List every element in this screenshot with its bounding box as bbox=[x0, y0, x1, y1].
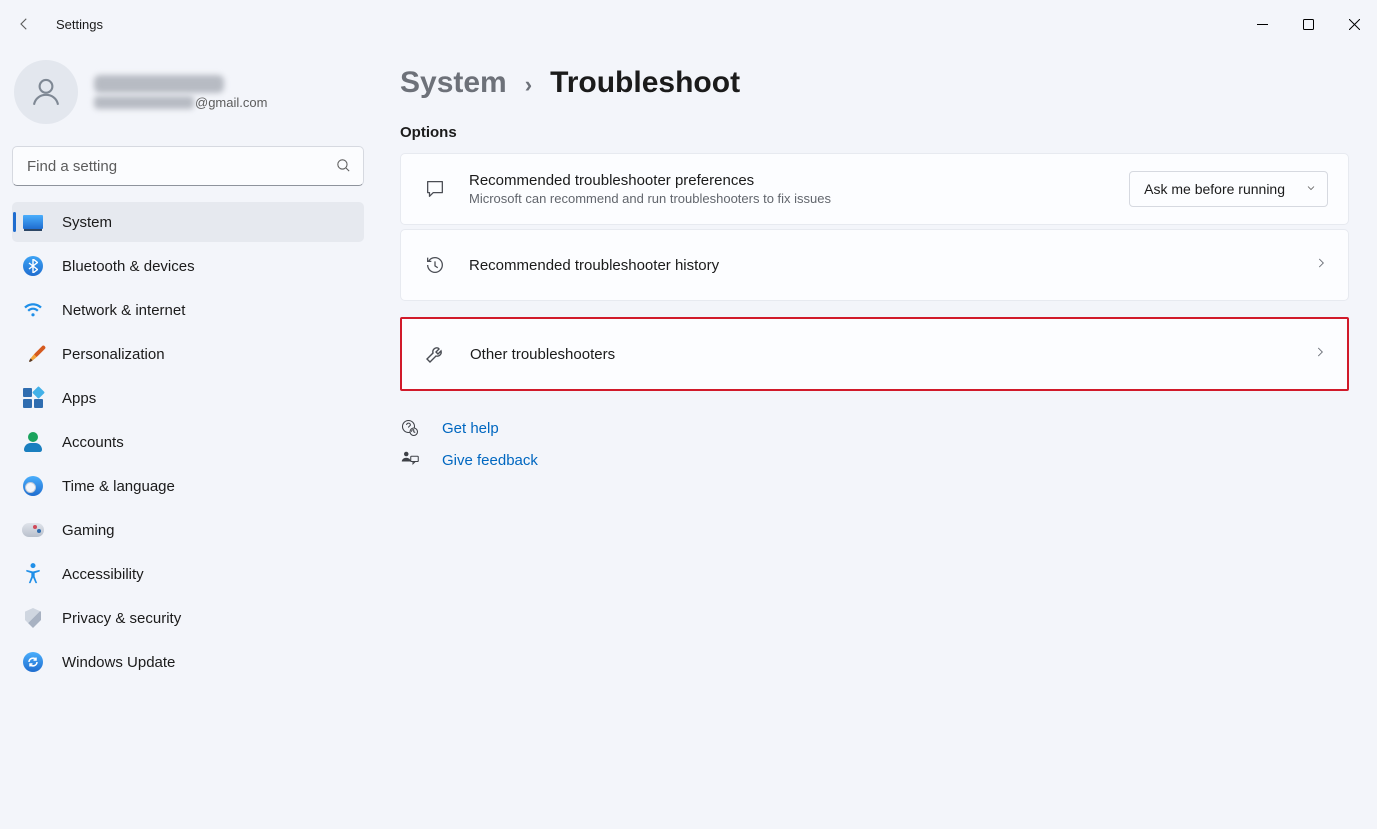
card-title: Other troubleshooters bbox=[470, 346, 1293, 363]
accessibility-icon bbox=[22, 563, 44, 585]
sidebar-item-label: Bluetooth & devices bbox=[62, 258, 195, 275]
sidebar-item-label: Gaming bbox=[62, 522, 115, 539]
app-title: Settings bbox=[56, 17, 103, 32]
search-input[interactable] bbox=[12, 146, 364, 186]
content: System › Troubleshoot Options Recommende… bbox=[376, 48, 1377, 682]
sidebar-item-label: Apps bbox=[62, 390, 96, 407]
close-button[interactable] bbox=[1331, 8, 1377, 40]
sidebar-item-accessibility[interactable]: Accessibility bbox=[12, 554, 364, 594]
card-title: Recommended troubleshooter preferences bbox=[469, 172, 1109, 189]
give-feedback-row: Give feedback bbox=[400, 451, 1349, 469]
search-box bbox=[12, 146, 364, 186]
chevron-right-icon bbox=[1313, 345, 1327, 364]
sidebar-item-gaming[interactable]: Gaming bbox=[12, 510, 364, 550]
sidebar-item-label: Privacy & security bbox=[62, 610, 181, 627]
sidebar-item-label: System bbox=[62, 214, 112, 231]
sidebar-item-apps[interactable]: Apps bbox=[12, 378, 364, 418]
sidebar-item-privacy[interactable]: Privacy & security bbox=[12, 598, 364, 638]
sidebar-item-update[interactable]: Windows Update bbox=[12, 642, 364, 682]
troubleshooter-pref-dropdown[interactable]: Ask me before running bbox=[1129, 171, 1328, 207]
section-heading: Options bbox=[400, 124, 1349, 141]
sidebar-item-time[interactable]: Time & language bbox=[12, 466, 364, 506]
window-controls bbox=[1239, 8, 1377, 40]
sidebar-item-system[interactable]: System bbox=[12, 202, 364, 242]
wifi-icon bbox=[22, 299, 44, 321]
user-name bbox=[94, 75, 224, 93]
card-other-troubleshooters: Other troubleshooters bbox=[400, 317, 1349, 391]
search-icon bbox=[335, 157, 352, 179]
avatar bbox=[14, 60, 78, 124]
titlebar: Settings bbox=[0, 0, 1377, 48]
clock-icon bbox=[22, 475, 44, 497]
maximize-button[interactable] bbox=[1285, 8, 1331, 40]
minimize-button[interactable] bbox=[1239, 8, 1285, 40]
sidebar-item-personalization[interactable]: Personalization bbox=[12, 334, 364, 374]
breadcrumb-parent[interactable]: System bbox=[400, 66, 507, 100]
get-help-row: Get help bbox=[400, 419, 1349, 437]
nav-list: System Bluetooth & devices Network & int… bbox=[12, 202, 364, 682]
sidebar-item-label: Windows Update bbox=[62, 654, 175, 671]
sidebar-item-label: Accounts bbox=[62, 434, 124, 451]
sidebar-item-label: Time & language bbox=[62, 478, 175, 495]
bluetooth-icon bbox=[22, 255, 44, 277]
history-row[interactable]: Recommended troubleshooter history bbox=[401, 230, 1348, 300]
card-recommended-prefs: Recommended troubleshooter preferences M… bbox=[400, 153, 1349, 225]
card-history: Recommended troubleshooter history bbox=[400, 229, 1349, 301]
sidebar-item-bluetooth[interactable]: Bluetooth & devices bbox=[12, 246, 364, 286]
paintbrush-icon bbox=[22, 343, 44, 365]
page-title: Troubleshoot bbox=[550, 66, 740, 100]
chevron-right-icon: › bbox=[525, 72, 532, 98]
system-icon bbox=[22, 211, 44, 233]
gamepad-icon bbox=[22, 519, 44, 541]
user-block[interactable]: @gmail.com bbox=[12, 60, 364, 140]
sidebar-item-accounts[interactable]: Accounts bbox=[12, 422, 364, 462]
chat-icon bbox=[421, 178, 449, 200]
give-feedback-link[interactable]: Give feedback bbox=[442, 452, 538, 469]
sidebar-item-network[interactable]: Network & internet bbox=[12, 290, 364, 330]
sidebar-item-label: Network & internet bbox=[62, 302, 185, 319]
history-icon bbox=[421, 254, 449, 276]
card-subtitle: Microsoft can recommend and run troubles… bbox=[469, 191, 1109, 206]
chevron-right-icon bbox=[1314, 256, 1328, 275]
accounts-icon bbox=[22, 431, 44, 453]
sidebar: @gmail.com System Bluetooth & devices Ne… bbox=[0, 48, 376, 682]
back-button[interactable] bbox=[14, 14, 34, 34]
user-email: @gmail.com bbox=[94, 95, 267, 110]
get-help-link[interactable]: Get help bbox=[442, 420, 499, 437]
update-icon bbox=[22, 651, 44, 673]
chevron-down-icon bbox=[1305, 181, 1317, 197]
sidebar-item-label: Accessibility bbox=[62, 566, 144, 583]
help-links: Get help Give feedback bbox=[400, 419, 1349, 469]
help-icon bbox=[400, 419, 420, 437]
apps-icon bbox=[22, 387, 44, 409]
other-troubleshooters-row[interactable]: Other troubleshooters bbox=[402, 319, 1347, 389]
wrench-icon bbox=[422, 342, 450, 366]
shield-icon bbox=[22, 607, 44, 629]
dropdown-value: Ask me before running bbox=[1144, 181, 1285, 197]
card-title: Recommended troubleshooter history bbox=[469, 257, 1294, 274]
sidebar-item-label: Personalization bbox=[62, 346, 165, 363]
breadcrumb: System › Troubleshoot bbox=[400, 66, 1349, 100]
feedback-icon bbox=[400, 451, 420, 469]
